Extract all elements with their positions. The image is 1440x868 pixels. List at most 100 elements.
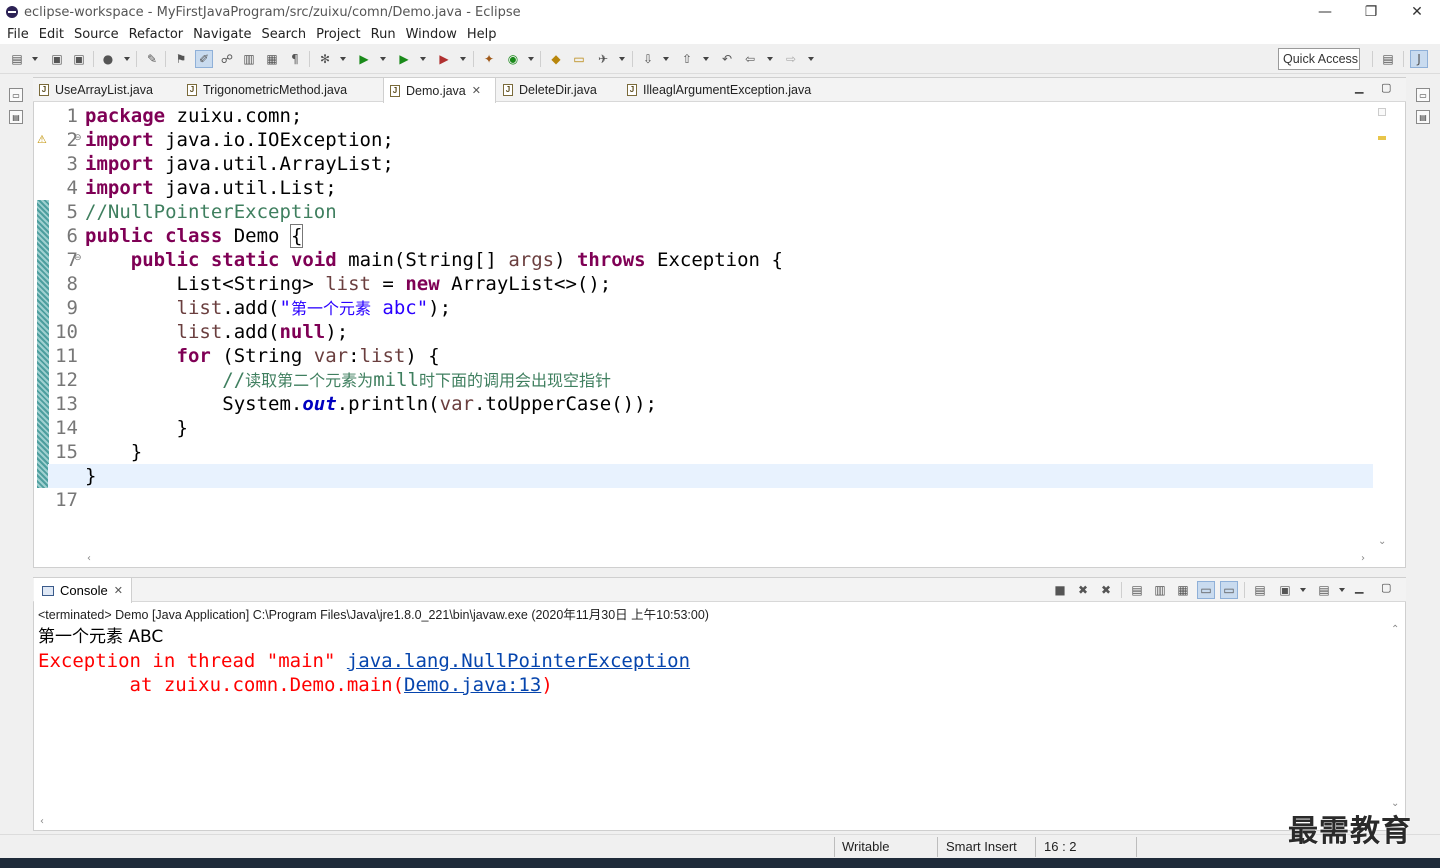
tab-demo[interactable]: J Demo.java ✕: [383, 78, 496, 103]
console-line-output: 第一个元素 ABC: [38, 627, 164, 647]
run-icon[interactable]: ▶: [355, 50, 373, 68]
minimize-console-icon[interactable]: ▁: [1355, 581, 1363, 594]
eclipse-logo-icon: [6, 6, 18, 18]
window-title: eclipse-workspace - MyFirstJavaProgram/s…: [24, 4, 521, 20]
show-on-stderr-icon[interactable]: ▭: [1220, 581, 1238, 599]
open-task-icon[interactable]: ◆: [547, 50, 565, 68]
java-perspective-icon[interactable]: J: [1410, 50, 1428, 68]
console-vertical-scrollbar[interactable]: ⌃ ⌄: [1388, 624, 1402, 814]
console-icon: [42, 585, 54, 596]
restore-right-view-icon[interactable]: ▭: [1416, 88, 1430, 102]
title-bar: eclipse-workspace - MyFirstJavaProgram/s…: [0, 0, 1440, 24]
pin-console-icon[interactable]: ▤: [1251, 581, 1269, 599]
watermark-logo: 最需教育: [1288, 814, 1412, 849]
previous-annotation-icon[interactable]: ⇧: [678, 50, 696, 68]
menu-window[interactable]: Window: [406, 27, 457, 42]
console-header: <terminated> Demo [Java Application] C:\…: [38, 608, 709, 622]
remove-launch-icon[interactable]: ✖: [1074, 581, 1092, 599]
show-whitespace-icon[interactable]: ¶: [286, 50, 304, 68]
console-horizontal-scrollbar[interactable]: ‹: [38, 816, 1388, 830]
new-java-class-icon[interactable]: ◉: [504, 50, 522, 68]
exception-link[interactable]: java.lang.NullPointerException: [347, 650, 690, 672]
menu-edit[interactable]: Edit: [39, 27, 64, 42]
console-stack-suffix: ): [541, 674, 553, 696]
menu-project[interactable]: Project: [316, 27, 360, 42]
tab-deletedir[interactable]: J DeleteDir.java: [497, 78, 617, 102]
display-console-icon[interactable]: ▣: [1276, 581, 1294, 599]
profile-icon[interactable]: ●: [99, 50, 117, 68]
last-edit-location-icon[interactable]: ↶: [718, 50, 736, 68]
console-tab-bar: ■ ✖ ✖ ▤ ▥ ▦ ▭ ▭ ▤ ▣ ▤ ▁ ▢: [33, 578, 1406, 602]
editor-vertical-scrollbar[interactable]: ⌄: [1375, 104, 1389, 552]
debug-icon[interactable]: ✻: [316, 50, 334, 68]
mark-occurrences-icon[interactable]: ✐: [195, 50, 213, 68]
package-explorer-icon[interactable]: ▤: [9, 110, 23, 124]
java-file-icon: J: [627, 84, 637, 96]
tab-console[interactable]: Console ✕: [34, 578, 132, 603]
word-wrap-icon[interactable]: ▦: [263, 50, 281, 68]
warning-lightbulb-icon[interactable]: ⚠: [37, 133, 47, 146]
os-taskbar: [0, 858, 1440, 868]
search-icon[interactable]: ✈: [594, 50, 612, 68]
maximize-editor-icon[interactable]: ▢: [1381, 81, 1391, 94]
block-selection-icon[interactable]: ▥: [240, 50, 258, 68]
terminate-icon[interactable]: ■: [1051, 581, 1069, 599]
menu-navigate[interactable]: Navigate: [193, 27, 251, 42]
quick-access-input[interactable]: Quick Access: [1278, 48, 1360, 70]
close-console-tab-icon[interactable]: ✕: [114, 584, 123, 597]
save-icon[interactable]: ▣: [48, 50, 66, 68]
coverage-icon[interactable]: ▶: [395, 50, 413, 68]
clear-console-icon[interactable]: ▤: [1128, 581, 1146, 599]
skip-breakpoints-icon[interactable]: ✎: [143, 50, 161, 68]
maximize-console-icon[interactable]: ▢: [1381, 581, 1391, 594]
external-tools-icon[interactable]: ▶: [435, 50, 453, 68]
forward-icon[interactable]: ⇨: [782, 50, 800, 68]
save-all-icon[interactable]: ▣: [70, 50, 88, 68]
close-window-button[interactable]: ✕: [1394, 0, 1440, 24]
right-trim: ▭ ▤: [1407, 76, 1440, 832]
menu-help[interactable]: Help: [467, 27, 497, 42]
restore-view-icon[interactable]: ▭: [9, 88, 23, 102]
editor-tab-bar: J UseArrayList.java J TrigonometricMetho…: [33, 78, 1406, 103]
show-on-stdout-icon[interactable]: ▭: [1197, 581, 1215, 599]
open-console-icon[interactable]: ▤: [1315, 581, 1333, 599]
open-folder-icon[interactable]: ▭: [570, 50, 588, 68]
restore-button[interactable]: ❐: [1348, 0, 1394, 24]
line-number-ruler: 1 2 3 4 5 6 7 8 9 10 11 12 13 14 15 16 1…: [55, 105, 78, 511]
open-type-icon[interactable]: ⚑: [172, 50, 190, 68]
tab-usearraylist[interactable]: J UseArrayList.java: [33, 78, 181, 102]
code-editor[interactable]: package zuixu.comn; import java.io.IOExce…: [85, 104, 1375, 524]
menu-run[interactable]: Run: [371, 27, 396, 42]
status-insert-mode: Smart Insert: [946, 838, 1017, 854]
status-bar: Writable Smart Insert 16 : 2: [0, 834, 1440, 858]
toggle-breadcrumb-icon[interactable]: ☍: [218, 50, 236, 68]
close-tab-icon[interactable]: ✕: [472, 84, 481, 97]
status-writable: Writable: [842, 838, 890, 854]
tab-illeaglargumentexception[interactable]: J IlleaglArgumentException.java: [621, 78, 841, 102]
console-output[interactable]: 第一个元素 ABC Exception in thread "main" java…: [38, 624, 1378, 814]
java-file-icon: J: [187, 84, 197, 96]
menu-source[interactable]: Source: [74, 27, 119, 42]
java-file-icon: J: [390, 84, 400, 97]
minimize-button[interactable]: —: [1302, 0, 1348, 24]
menu-search[interactable]: Search: [261, 27, 306, 42]
next-annotation-icon[interactable]: ⇩: [639, 50, 657, 68]
left-trim: ▭ ▤: [0, 76, 32, 832]
outline-icon[interactable]: ▤: [1416, 110, 1430, 124]
tab-trigonometricmethod[interactable]: J TrigonometricMethod.java: [181, 78, 381, 102]
new-icon[interactable]: ▤: [8, 50, 26, 68]
main-toolbar: ▤ ▣ ▣ ● ✎ ⚑ ✐ ☍ ▥ ▦ ¶ ✻ ▶ ▶ ▶ ✦ ◉ ◆ ▭ ✈ …: [0, 44, 1440, 74]
word-wrap-console-icon[interactable]: ▦: [1174, 581, 1192, 599]
new-java-package-icon[interactable]: ✦: [480, 50, 498, 68]
open-perspective-icon[interactable]: ▤: [1379, 50, 1397, 68]
menu-file[interactable]: File: [7, 27, 29, 42]
console-stack-prefix: at zuixu.comn.Demo.main(: [38, 674, 405, 696]
minimize-editor-icon[interactable]: ▁: [1355, 81, 1363, 94]
remove-all-terminated-icon[interactable]: ✖: [1097, 581, 1115, 599]
back-icon[interactable]: ⇦: [741, 50, 759, 68]
editor-horizontal-scrollbar[interactable]: ‹ ›: [85, 553, 1375, 567]
java-file-icon: J: [39, 84, 49, 96]
scroll-lock-icon[interactable]: ▥: [1151, 581, 1169, 599]
menu-refactor[interactable]: Refactor: [129, 27, 184, 42]
stack-trace-link[interactable]: Demo.java:13: [404, 674, 541, 696]
